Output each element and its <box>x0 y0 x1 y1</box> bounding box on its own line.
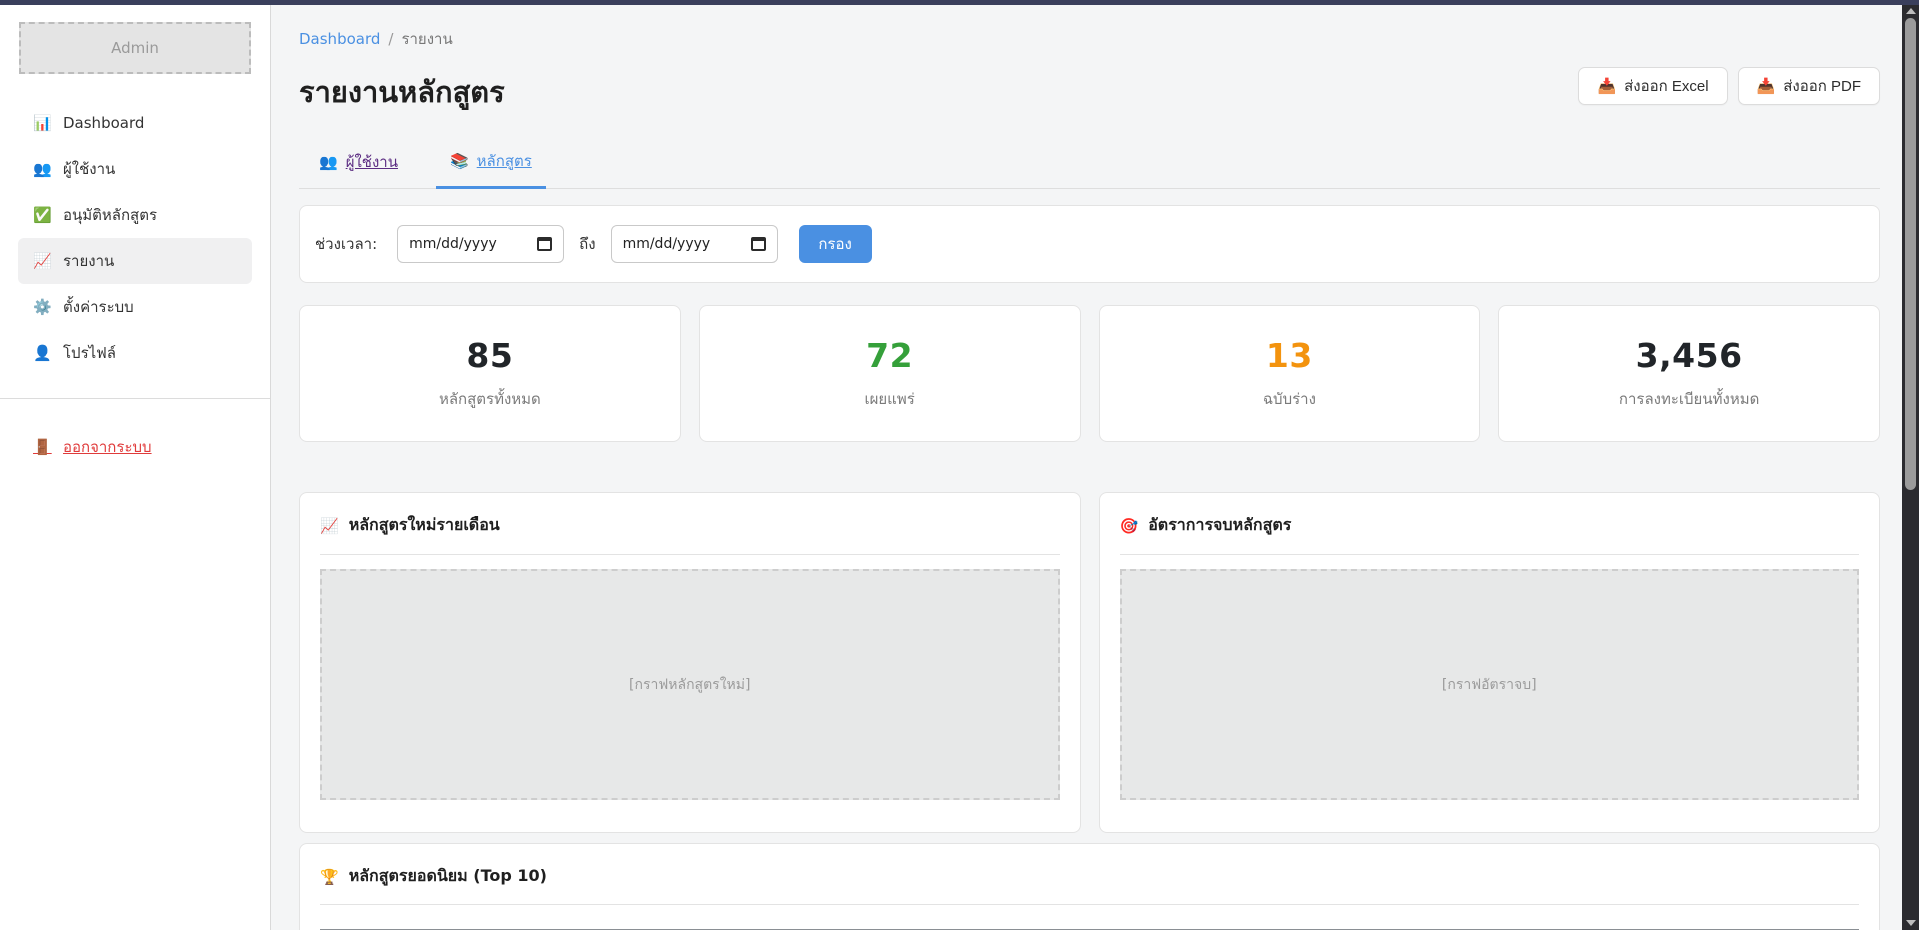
books-icon: 📚 <box>450 152 469 170</box>
download-tray-icon: 📥 <box>1597 77 1616 95</box>
date-to-label: ถึง <box>579 232 595 256</box>
sidebar-item-label: โปรไฟล์ <box>63 341 116 365</box>
stat-total-courses: 85 หลักสูตรทั้งหมด <box>299 305 681 442</box>
users-icon: 👥 <box>319 153 338 171</box>
vertical-scrollbar[interactable] <box>1902 0 1919 930</box>
users-icon: 👥 <box>33 160 51 178</box>
target-icon: 🎯 <box>1120 517 1139 535</box>
card-divider <box>320 554 1060 555</box>
bar-chart-icon: 📊 <box>33 114 51 132</box>
tab-users[interactable]: 👥 ผู้ใช้งาน <box>315 143 402 188</box>
stat-label: การลงทะเบียนทั้งหมด <box>1619 387 1759 411</box>
tab-users-label: ผู้ใช้งาน <box>346 150 398 174</box>
date-to-value: mm/dd/yyyy <box>623 236 711 252</box>
date-from-value: mm/dd/yyyy <box>409 236 497 252</box>
chart-title: หลักสูตรใหม่รายเดือน <box>349 513 500 538</box>
scrollbar-thumb[interactable] <box>1905 18 1916 490</box>
trophy-icon: 🏆 <box>320 868 339 886</box>
page-title: รายงานหลักสูตร <box>299 69 505 115</box>
top-courses-card: 🏆 หลักสูตรยอดนิยม (Top 10) <box>299 843 1880 930</box>
export-pdf-button[interactable]: 📥 ส่งออก PDF <box>1738 67 1880 105</box>
download-tray-icon: 📥 <box>1757 77 1776 95</box>
gear-icon: ⚙️ <box>33 298 51 316</box>
card-divider <box>1120 554 1860 555</box>
completion-rate-chart-placeholder: [กราฟอัตราจบ] <box>1120 569 1860 800</box>
stat-drafts: 13 ฉบับร่าง <box>1099 305 1481 442</box>
card-header: 🎯 อัตราการจบหลักสูตร <box>1120 513 1860 538</box>
scroll-up-icon[interactable] <box>1906 8 1916 14</box>
line-chart-icon: 📈 <box>320 517 339 535</box>
stats-row: 85 หลักสูตรทั้งหมด 72 เผยแพร่ 13 ฉบับร่า… <box>299 305 1880 442</box>
placeholder-text: [กราฟหลักสูตรใหม่] <box>629 674 750 696</box>
page-header: รายงานหลักสูตร 📥 ส่งออก Excel 📥 ส่งออก P… <box>299 69 1880 115</box>
top-courses-title: หลักสูตรยอดนิยม (Top 10) <box>349 864 547 889</box>
door-icon: 🚪 <box>33 438 51 456</box>
tab-courses-label: หลักสูตร <box>477 149 532 173</box>
logout-label: ออกจากระบบ <box>63 435 152 459</box>
admin-logo-text: Admin <box>111 39 159 57</box>
scroll-down-icon[interactable] <box>1906 920 1916 926</box>
export-pdf-label: ส่งออก PDF <box>1783 74 1861 98</box>
filter-button[interactable]: กรอง <box>799 225 872 263</box>
stat-total-enrollments: 3,456 การลงทะเบียนทั้งหมด <box>1498 305 1880 442</box>
charts-row: 📈 หลักสูตรใหม่รายเดือน [กราฟหลักสูตรใหม่… <box>299 492 1880 833</box>
sidebar-item-reports[interactable]: 📈 รายงาน <box>18 238 252 284</box>
breadcrumb-current: รายงาน <box>401 27 452 51</box>
admin-logo-placeholder: Admin <box>19 22 251 74</box>
calendar-icon[interactable] <box>751 237 766 251</box>
card-header: 🏆 หลักสูตรยอดนิยม (Top 10) <box>320 864 1859 889</box>
date-from-input[interactable]: mm/dd/yyyy <box>397 225 564 263</box>
completion-rate-chart-card: 🎯 อัตราการจบหลักสูตร [กราฟอัตราจบ] <box>1099 492 1881 833</box>
report-page: Admin 📊 Dashboard 👥 ผู้ใช้งาน ✅ อนุมัติห… <box>0 0 1919 930</box>
sidebar-item-profile[interactable]: 👤 โปรไฟล์ <box>18 330 252 376</box>
stat-label: ฉบับร่าง <box>1263 387 1316 411</box>
person-icon: 👤 <box>33 344 51 362</box>
sidebar-nav: 📊 Dashboard 👥 ผู้ใช้งาน ✅ อนุมัติหลักสูต… <box>0 100 270 376</box>
new-courses-chart-card: 📈 หลักสูตรใหม่รายเดือน [กราฟหลักสูตรใหม่… <box>299 492 1081 833</box>
report-tabs: 👥 ผู้ใช้งาน 📚 หลักสูตร <box>299 143 1880 189</box>
sidebar-item-label: Dashboard <box>63 114 144 132</box>
sidebar: Admin 📊 Dashboard 👥 ผู้ใช้งาน ✅ อนุมัติห… <box>0 5 271 930</box>
card-divider <box>320 904 1859 905</box>
breadcrumb: Dashboard / รายงาน <box>299 27 1880 51</box>
sidebar-item-label: อนุมัติหลักสูตร <box>63 203 157 227</box>
stat-value: 13 <box>1266 336 1313 375</box>
placeholder-text: [กราฟอัตราจบ] <box>1442 674 1537 696</box>
sidebar-item-settings[interactable]: ⚙️ ตั้งค่าระบบ <box>18 284 252 330</box>
export-excel-button[interactable]: 📥 ส่งออก Excel <box>1578 67 1727 105</box>
date-to-input[interactable]: mm/dd/yyyy <box>611 225 778 263</box>
breadcrumb-separator: / <box>388 30 393 48</box>
breadcrumb-dashboard-link[interactable]: Dashboard <box>299 30 380 48</box>
stat-label: เผยแพร่ <box>864 387 914 411</box>
chart-title: อัตราการจบหลักสูตร <box>1148 513 1291 538</box>
sidebar-divider <box>0 398 270 399</box>
calendar-icon[interactable] <box>537 237 552 251</box>
check-icon: ✅ <box>33 206 51 224</box>
main-content: Dashboard / รายงาน รายงานหลักสูตร 📥 ส่งอ… <box>272 5 1902 930</box>
stat-value: 3,456 <box>1636 336 1743 375</box>
sidebar-item-label: ตั้งค่าระบบ <box>63 295 134 319</box>
date-filter-bar: ช่วงเวลา: mm/dd/yyyy ถึง mm/dd/yyyy กรอง <box>299 205 1880 283</box>
card-header: 📈 หลักสูตรใหม่รายเดือน <box>320 513 1060 538</box>
logout-link[interactable]: 🚪 ออกจากระบบ <box>18 427 252 467</box>
new-courses-chart-placeholder: [กราฟหลักสูตรใหม่] <box>320 569 1060 800</box>
date-range-label: ช่วงเวลา: <box>315 232 377 256</box>
window-top-strip <box>0 0 1919 5</box>
stat-label: หลักสูตรทั้งหมด <box>439 387 541 411</box>
sidebar-item-label: รายงาน <box>63 249 114 273</box>
sidebar-item-label: ผู้ใช้งาน <box>63 157 115 181</box>
stat-published: 72 เผยแพร่ <box>699 305 1081 442</box>
sidebar-item-dashboard[interactable]: 📊 Dashboard <box>18 100 252 146</box>
export-buttons: 📥 ส่งออก Excel 📥 ส่งออก PDF <box>1578 67 1880 105</box>
stat-value: 72 <box>866 336 913 375</box>
tab-courses[interactable]: 📚 หลักสูตร <box>436 143 546 189</box>
sidebar-item-users[interactable]: 👥 ผู้ใช้งาน <box>18 146 252 192</box>
stat-value: 85 <box>466 336 513 375</box>
line-chart-icon: 📈 <box>33 252 51 270</box>
export-excel-label: ส่งออก Excel <box>1624 74 1708 98</box>
sidebar-item-approve-courses[interactable]: ✅ อนุมัติหลักสูตร <box>18 192 252 238</box>
